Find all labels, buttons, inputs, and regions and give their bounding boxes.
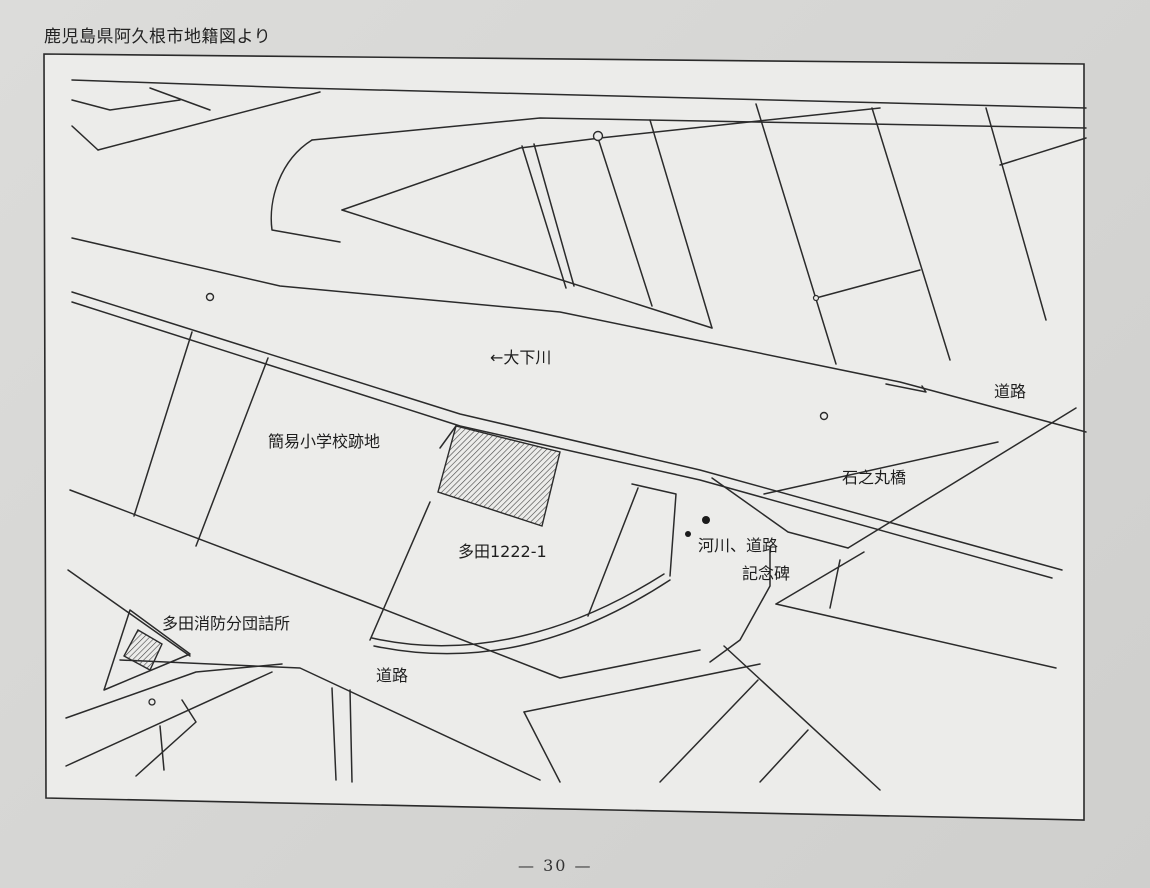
survey-marker xyxy=(148,698,156,706)
fire-station-label: 多田消防分団詰所 xyxy=(162,614,291,633)
parcel-label: 多田1222-1 xyxy=(458,542,547,561)
road-label-east: 道路 xyxy=(994,382,1027,401)
cadastral-map: ←大下川 道路 簡易小学校跡地 石之丸橋 多田1222-1 河川、道路 記念碑 … xyxy=(0,0,1150,888)
survey-marker xyxy=(592,130,604,142)
survey-marker xyxy=(812,294,820,302)
survey-marker xyxy=(819,411,829,421)
bridge-label: 石之丸橋 xyxy=(842,468,907,487)
monument-dot xyxy=(702,516,710,524)
monument-label-line1: 河川、道路 xyxy=(698,536,779,555)
map-drawing xyxy=(43,53,1087,821)
page-number: — 30 — xyxy=(518,856,593,875)
road-label-south: 道路 xyxy=(376,666,409,685)
school-site-label: 簡易小学校跡地 xyxy=(268,432,381,451)
river-label: ←大下川 xyxy=(490,348,552,367)
monument-label-line2: 記念碑 xyxy=(742,564,791,583)
survey-marker xyxy=(205,292,215,302)
monument-dot xyxy=(685,531,691,537)
